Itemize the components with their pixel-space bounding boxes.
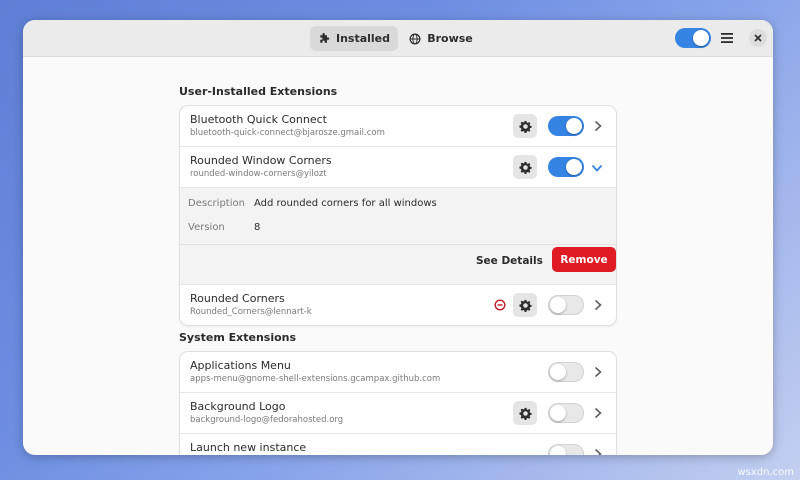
extension-row-bluetooth-quick-connect[interactable]: Bluetooth Quick Connect bluetooth-quick-…	[180, 106, 616, 147]
gear-icon	[518, 407, 532, 420]
gear-icon	[518, 161, 532, 174]
close-icon	[754, 34, 762, 42]
chevron-right-icon[interactable]	[593, 120, 603, 132]
user-extensions-heading: User-Installed Extensions	[179, 85, 338, 98]
user-extensions-list: Bluetooth Quick Connect bluetooth-quick-…	[179, 105, 617, 326]
extension-toggle[interactable]	[548, 362, 584, 382]
description-value: Add rounded corners for all windows	[254, 198, 437, 209]
header-bar: Installed Browse	[23, 20, 773, 57]
version-label: Version	[188, 222, 225, 233]
tab-installed-label: Installed	[335, 32, 391, 45]
main-content: User-Installed Extensions Bluetooth Quic…	[23, 57, 773, 455]
system-extensions-list: Applications Menu apps-menu@gnome-shell-…	[179, 351, 617, 455]
extension-uuid: rounded-window-corners@yilozt	[190, 169, 327, 179]
extension-toggle[interactable]	[548, 295, 584, 315]
settings-button[interactable]	[513, 293, 537, 317]
version-value: 8	[254, 222, 261, 233]
gear-icon	[518, 299, 532, 312]
extension-name: Launch new instance	[190, 441, 307, 454]
extension-name: Rounded Window Corners	[190, 154, 332, 167]
details-action-bar: See Details Remove	[180, 244, 616, 285]
extension-row-applications-menu[interactable]: Applications Menu apps-menu@gnome-shell-…	[180, 352, 616, 393]
extension-uuid: Rounded_Corners@lennart-k	[190, 307, 312, 317]
extension-uuid: bluetooth-quick-connect@bjarosze.gmail.c…	[190, 128, 385, 138]
global-extensions-toggle[interactable]	[675, 28, 711, 48]
extension-row-rounded-corners[interactable]: Rounded Corners Rounded_Corners@lennart-…	[180, 285, 616, 325]
extensions-window: Installed Browse User-Installed Extensio…	[23, 20, 773, 455]
puzzle-icon	[320, 32, 330, 43]
settings-button[interactable]	[513, 155, 537, 179]
settings-button[interactable]	[513, 401, 537, 425]
extension-toggle[interactable]	[548, 403, 584, 423]
extension-toggle[interactable]	[548, 444, 584, 455]
tab-browse-label: Browse	[427, 32, 473, 45]
hamburger-menu-icon[interactable]	[720, 31, 734, 45]
close-button[interactable]	[749, 29, 767, 47]
globe-icon	[409, 33, 421, 44]
extension-name: Bluetooth Quick Connect	[190, 113, 327, 126]
extension-uuid: background-logo@fedorahosted.org	[190, 415, 344, 425]
extension-details-panel: Description Add rounded corners for all …	[180, 188, 616, 285]
extension-row-rounded-window-corners[interactable]: Rounded Window Corners rounded-window-co…	[180, 147, 616, 188]
remove-button[interactable]: Remove	[552, 247, 616, 272]
extension-name: Rounded Corners	[190, 292, 285, 305]
extension-name: Background Logo	[190, 400, 286, 413]
settings-button[interactable]	[513, 114, 537, 138]
see-details-button[interactable]: See Details	[476, 255, 543, 267]
tab-installed[interactable]: Installed	[310, 26, 398, 51]
extension-name: Applications Menu	[190, 359, 291, 372]
chevron-right-icon[interactable]	[593, 299, 603, 311]
chevron-right-icon[interactable]	[593, 366, 603, 378]
extension-toggle[interactable]	[548, 157, 584, 177]
extension-row-launch-new-instance[interactable]: Launch new instance	[180, 434, 616, 455]
extension-uuid: apps-menu@gnome-shell-extensions.gcampax…	[190, 374, 441, 384]
system-extensions-heading: System Extensions	[179, 331, 297, 344]
error-icon	[494, 299, 506, 311]
extension-row-background-logo[interactable]: Background Logo background-logo@fedoraho…	[180, 393, 616, 434]
extension-toggle[interactable]	[548, 116, 584, 136]
description-label: Description	[188, 198, 245, 209]
chevron-right-icon[interactable]	[593, 407, 603, 419]
tab-browse[interactable]: Browse	[406, 26, 476, 51]
watermark: wsxdn.com	[737, 467, 794, 478]
chevron-down-icon[interactable]	[591, 163, 603, 173]
chevron-right-icon[interactable]	[593, 448, 603, 455]
gear-icon	[518, 120, 532, 133]
